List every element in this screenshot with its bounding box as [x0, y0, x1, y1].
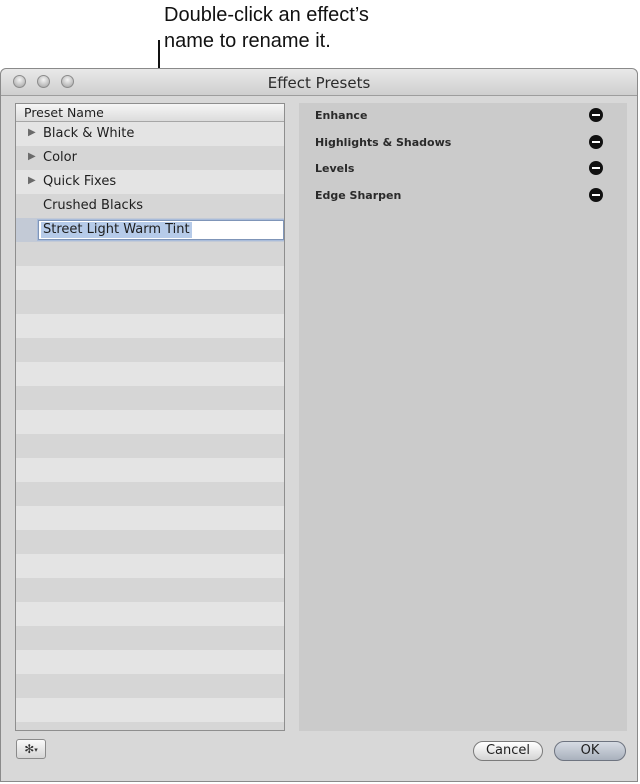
table-row [16, 386, 284, 410]
effect-name: Edge Sharpen [315, 188, 402, 202]
chevron-down-icon: ▾ [34, 747, 38, 754]
table-row [16, 578, 284, 602]
remove-minus-icon[interactable] [589, 108, 603, 122]
disclosure-triangle-icon[interactable]: ▶ [28, 175, 36, 186]
table-row [16, 506, 284, 530]
table-row [16, 362, 284, 386]
table-row [16, 674, 284, 698]
disclosure-triangle-icon[interactable]: ▶ [28, 127, 36, 138]
preset-name-label: Color [43, 150, 77, 165]
gear-action-button[interactable]: ✻▾ [16, 739, 46, 759]
table-row [16, 458, 284, 482]
table-row [16, 290, 284, 314]
effect-presets-window: Effect Presets Preset Name ▶ Black & Whit… [0, 68, 638, 782]
remove-minus-icon[interactable] [589, 161, 603, 175]
table-row [16, 530, 284, 554]
effect-item: Edge Sharpen [299, 183, 627, 209]
table-row [16, 338, 284, 362]
title-bar: Effect Presets [1, 69, 637, 96]
remove-minus-icon[interactable] [589, 134, 603, 149]
table-row [16, 650, 284, 674]
preset-name-text: Street Light Warm Tint [41, 222, 192, 238]
table-row [16, 626, 284, 650]
preset-row[interactable]: ▶ Quick Fixes [16, 170, 284, 194]
gear-icon: ✻ [24, 742, 35, 756]
window-title: Effect Presets [267, 74, 371, 92]
effects-panel: Enhance Highlights & Shadows Levels Edge Sh… [299, 103, 627, 731]
effect-name: Levels [315, 162, 355, 175]
table-row [16, 602, 284, 626]
preset-row[interactable]: ▶ Color [16, 146, 284, 170]
table-row [16, 314, 284, 338]
callout-line-1: Double-click an effect’s [164, 4, 369, 26]
effect-item: Levels [299, 156, 627, 182]
callout-line-2: name to rename it. [164, 30, 331, 52]
preset-list[interactable]: Preset Name ▶ Black & White ▶ Color ▶ Quick F… [15, 103, 285, 731]
preset-name-label: Quick Fixes [43, 174, 117, 189]
callout-annotation: Double-click an effect’s name to rename … [164, 2, 369, 54]
effect-item: Enhance [299, 103, 627, 129]
effect-name: Highlights & Shadows [315, 135, 452, 149]
effect-item: Highlights & Shadows [299, 130, 627, 156]
preset-name-label: Crushed Blacks [43, 198, 144, 213]
remove-minus-icon[interactable] [589, 187, 603, 202]
effect-name: Enhance [315, 109, 368, 122]
rename-field[interactable]: Street Light Warm Tint [38, 220, 284, 240]
preset-rows: ▶ Black & White ▶ Color ▶ Quick Fixes Crushed … [16, 122, 284, 730]
table-row [16, 434, 284, 458]
table-row [16, 698, 284, 722]
table-row [16, 266, 284, 290]
column-header-preset-name[interactable]: Preset Name [16, 104, 284, 122]
cancel-button[interactable]: Cancel [473, 741, 543, 761]
table-row [16, 410, 284, 434]
table-row [16, 554, 284, 578]
table-row [16, 722, 284, 730]
table-row [16, 482, 284, 506]
table-row [16, 242, 284, 266]
disclosure-triangle-icon[interactable]: ▶ [28, 151, 36, 162]
ok-button[interactable]: OK [554, 741, 626, 761]
preset-row[interactable]: ▶ Black & White [16, 122, 284, 146]
preset-name-label: Black & White [43, 126, 135, 141]
preset-row[interactable]: Street Light Warm Tint [16, 218, 284, 242]
preset-row[interactable]: Crushed Blacks [16, 194, 284, 218]
